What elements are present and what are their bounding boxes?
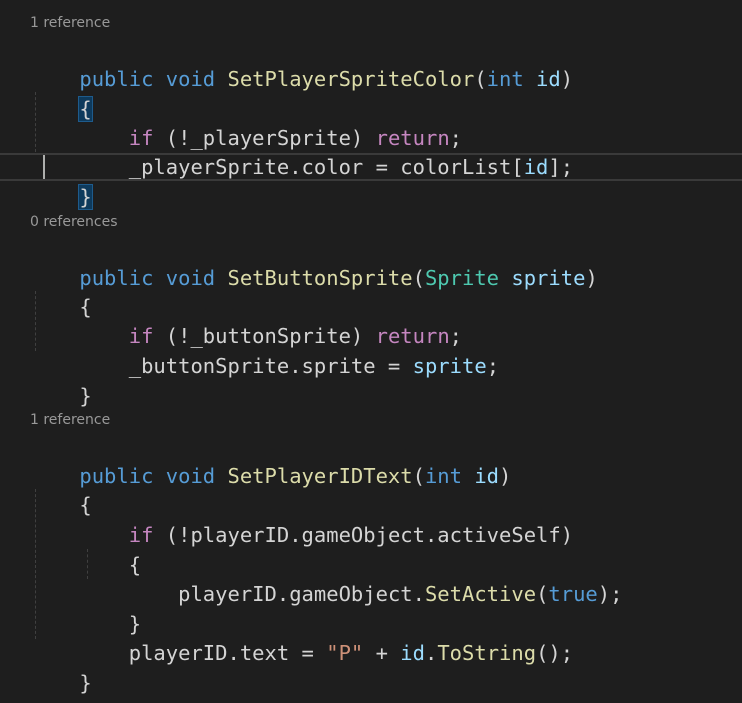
close-brace-line[interactable]: } (30, 638, 91, 695)
keyword-modifiers: public void (79, 266, 216, 290)
code-line[interactable]: if (!_playerSprite) return; (30, 93, 462, 150)
close-brace-line[interactable]: } (30, 351, 91, 408)
method-signature[interactable]: public void SetPlayerSpriteColor(int id) (30, 34, 573, 91)
open-brace-line[interactable]: { (30, 460, 91, 517)
param-name: id (536, 67, 561, 91)
code-line[interactable]: } (30, 579, 141, 636)
open-brace-line[interactable]: { (30, 64, 93, 122)
keyword-modifiers: public void (79, 67, 216, 91)
method-signature[interactable]: public void SetButtonSprite(Sprite sprit… (30, 233, 597, 290)
code-line[interactable]: { (30, 520, 141, 577)
param-type: Sprite (424, 266, 500, 290)
open-brace-line[interactable]: { (30, 262, 91, 319)
codelens-references[interactable]: 1 reference (30, 13, 110, 33)
param-type: int (486, 67, 524, 91)
code-editor[interactable]: 1 reference public void SetPlayerSpriteC… (0, 0, 742, 703)
close-brace-line[interactable]: } (30, 152, 93, 210)
code-line[interactable]: if (!_buttonSprite) return; (30, 291, 462, 348)
method-signature[interactable]: public void SetPlayerIDText(int id) (30, 431, 511, 488)
param-name: id (474, 464, 500, 488)
code-line[interactable]: if (!playerID.gameObject.activeSelf) (30, 490, 573, 547)
code-line[interactable]: playerID.text = "P" + id.ToString(); (30, 608, 573, 665)
method-name: SetPlayerSpriteColor (227, 67, 475, 91)
method-name: SetButtonSprite (227, 266, 413, 290)
param-type: int (424, 464, 462, 488)
code-line[interactable]: playerID.gameObject.SetActive(true); (30, 549, 622, 606)
method-name: SetPlayerIDText (227, 464, 413, 488)
matched-close-brace: } (78, 184, 93, 210)
codelens-references[interactable]: 0 references (30, 212, 118, 232)
param-name: sprite (511, 266, 586, 290)
code-line[interactable]: _buttonSprite.sprite = sprite; (30, 321, 499, 378)
text-caret (43, 155, 45, 179)
keyword-modifiers: public void (79, 464, 216, 488)
code-line[interactable]: _playerSprite.color = colorList[id]; (30, 122, 573, 179)
codelens-references[interactable]: 1 reference (30, 410, 110, 430)
